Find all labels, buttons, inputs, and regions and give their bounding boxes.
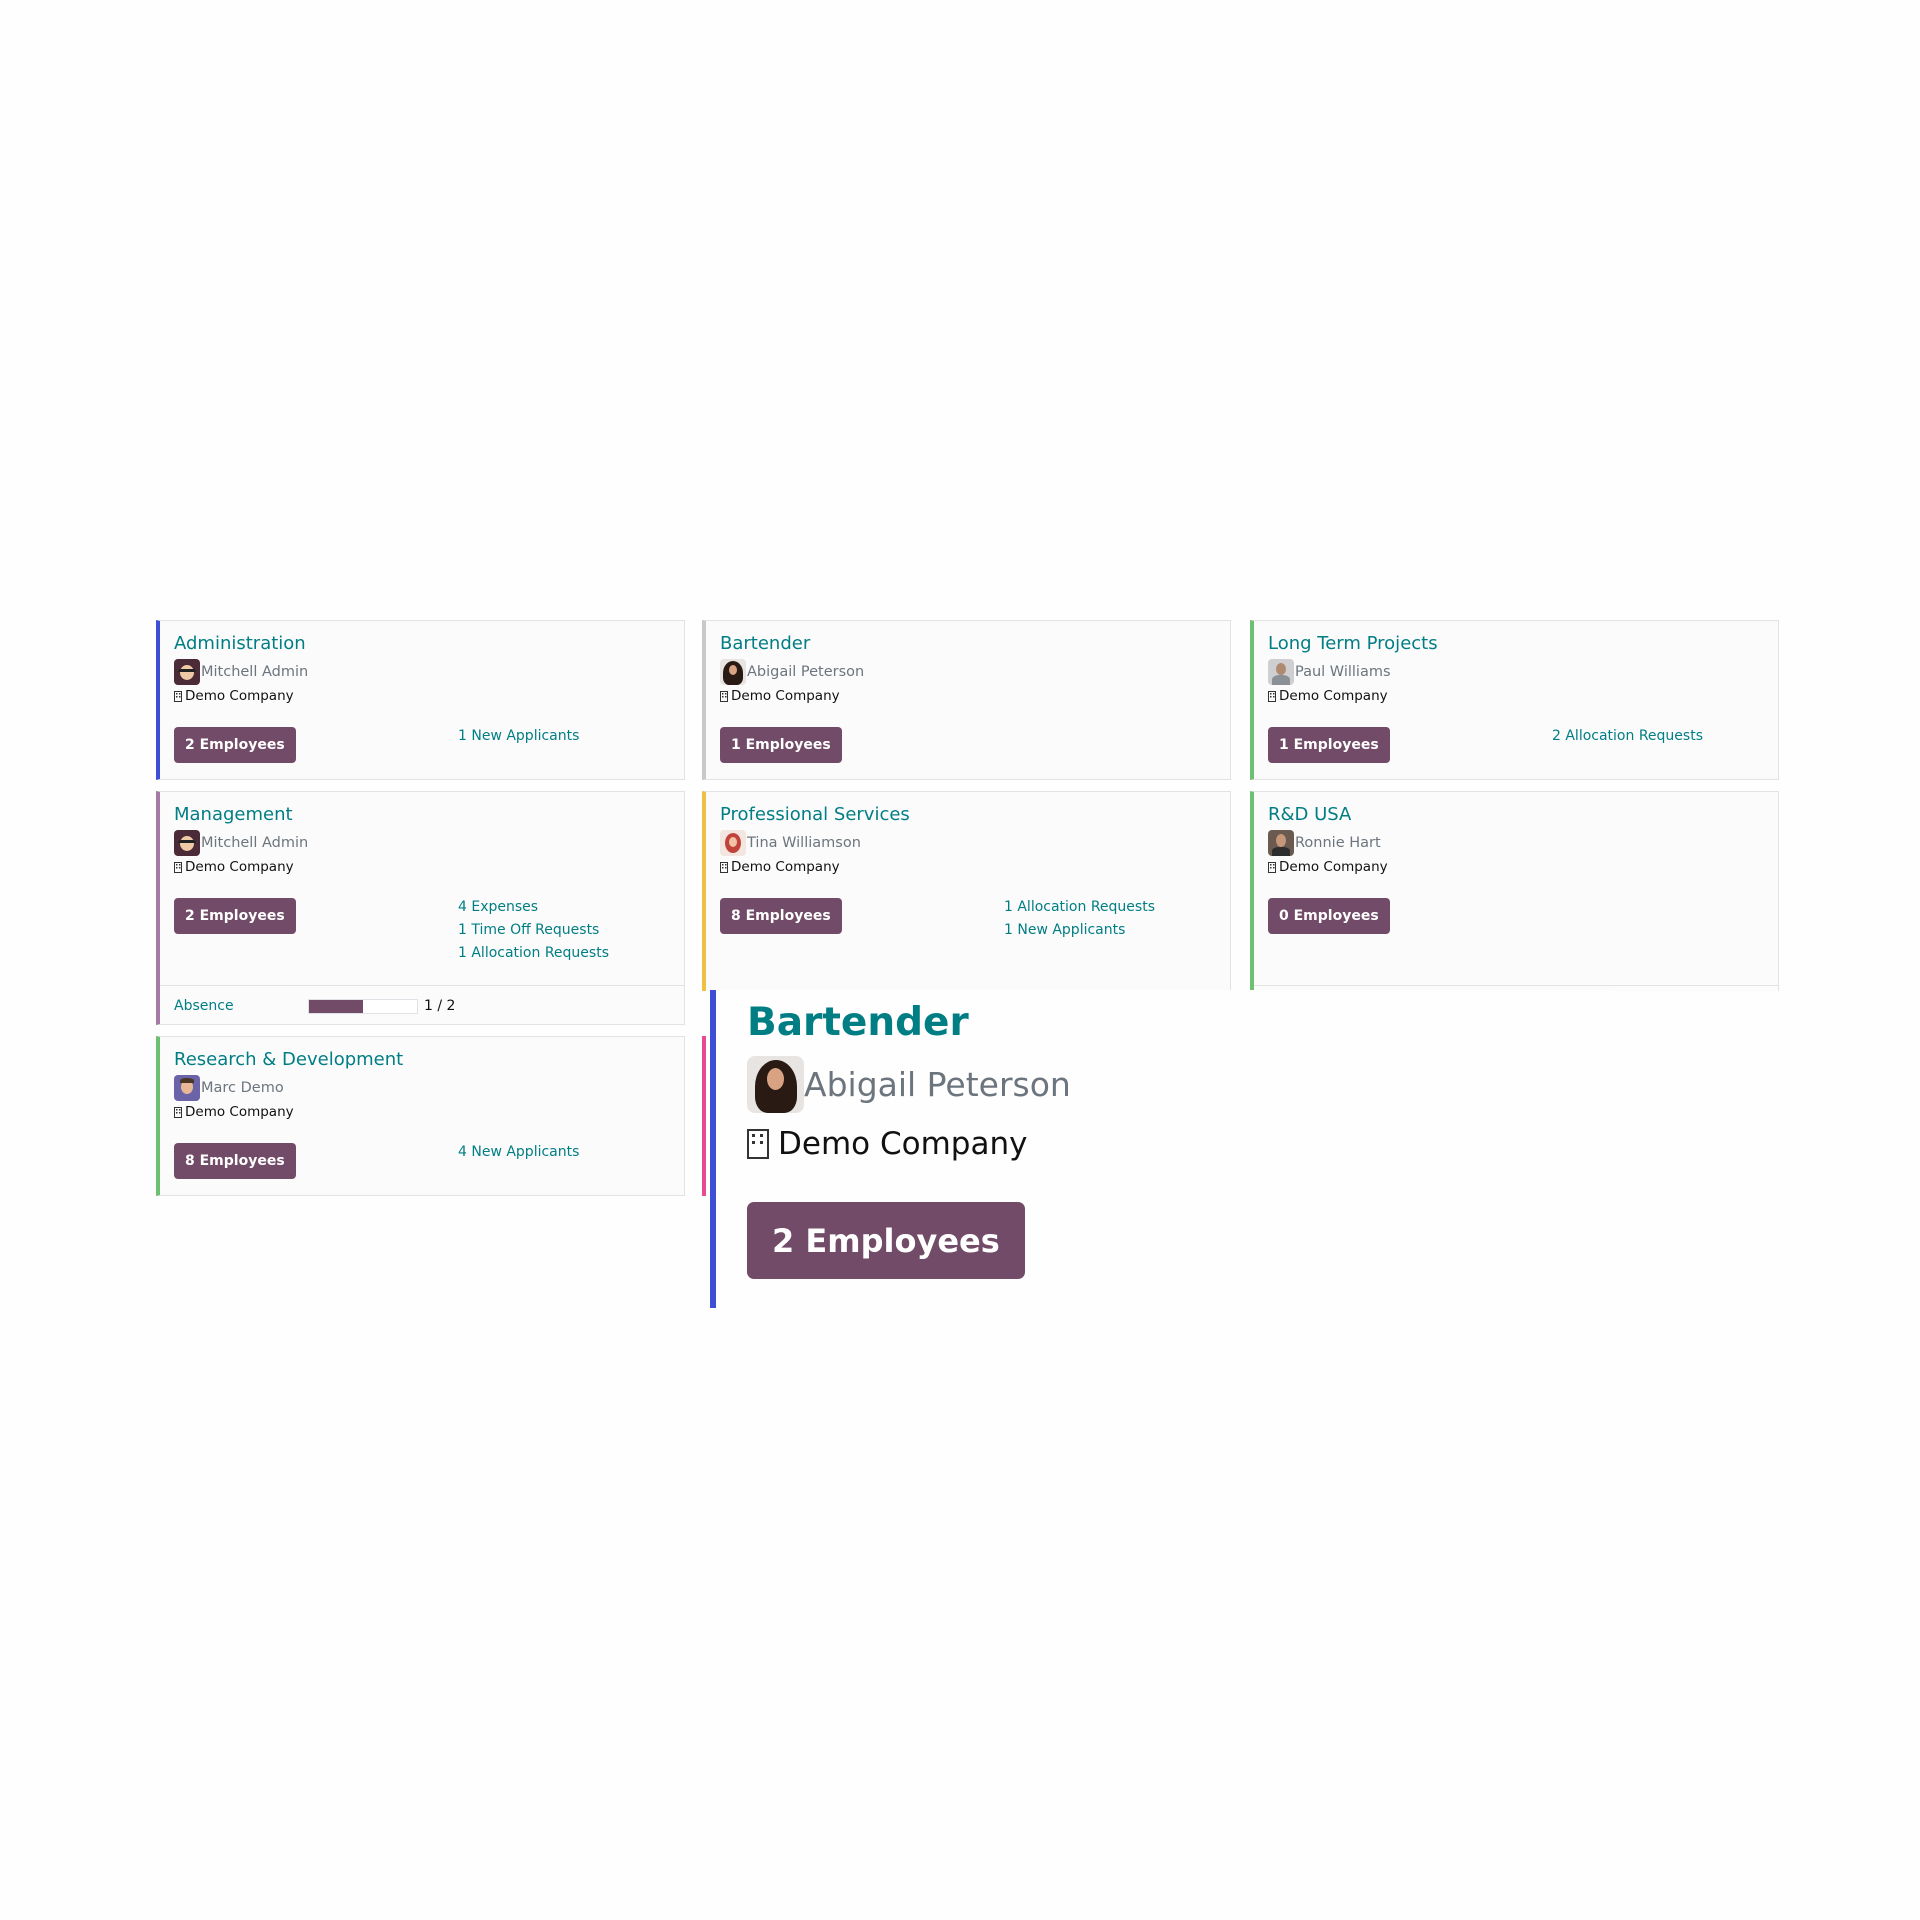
- company: Demo Company: [720, 859, 840, 875]
- company-name: Demo Company: [1279, 688, 1388, 704]
- zoom-card-title[interactable]: Bartender: [747, 1000, 969, 1045]
- building-icon: [174, 861, 182, 873]
- new-applicants-link[interactable]: 1 New Applicants: [458, 727, 579, 745]
- card-divider: [1254, 985, 1778, 986]
- new-applicants-link[interactable]: 1 New Applicants: [1004, 921, 1155, 939]
- allocation-requests-link[interactable]: 1 Allocation Requests: [1004, 898, 1155, 916]
- man-beard-avatar: [1268, 830, 1294, 856]
- company-name: Demo Company: [185, 1104, 294, 1120]
- absence-progress-fill: [309, 1000, 363, 1013]
- manager: Mitchell Admin: [174, 830, 308, 856]
- absence-row: Absence 1 / 2: [160, 985, 684, 1026]
- employees-button[interactable]: 1 Employees: [1268, 727, 1390, 763]
- woman-curly-hair-avatar: [720, 659, 746, 685]
- zoom-company-name: Demo Company: [778, 1126, 1028, 1162]
- allocation-requests-link[interactable]: 2 Allocation Requests: [1552, 727, 1703, 745]
- man-avatar: [174, 1075, 200, 1101]
- building-icon: [1268, 690, 1276, 702]
- company-name: Demo Company: [185, 688, 294, 704]
- man-with-glasses-avatar: [174, 830, 200, 856]
- manager-name: Marc Demo: [201, 1080, 284, 1096]
- employees-button[interactable]: 2 Employees: [174, 727, 296, 763]
- building-icon: [720, 690, 728, 702]
- allocation-requests-link[interactable]: 1 Allocation Requests: [458, 944, 609, 962]
- card-research-development[interactable]: Research & Development Marc Demo Demo Co…: [156, 1036, 685, 1196]
- zoom-company: Demo Company: [747, 1126, 1027, 1162]
- card-title[interactable]: R&D USA: [1268, 804, 1351, 825]
- woman-curly-hair-avatar: [747, 1056, 804, 1113]
- card-bartender[interactable]: Bartender Abigail Peterson Demo Company …: [702, 620, 1231, 780]
- card-links: 1 Allocation Requests 1 New Applicants: [1004, 898, 1155, 939]
- company-name: Demo Company: [185, 859, 294, 875]
- company-name: Demo Company: [731, 859, 840, 875]
- manager: Abigail Peterson: [720, 659, 864, 685]
- building-icon: [720, 861, 728, 873]
- manager-name: Mitchell Admin: [201, 835, 309, 851]
- employees-button[interactable]: 2 Employees: [174, 898, 296, 934]
- card-long-term-projects[interactable]: Long Term Projects Paul Williams Demo Co…: [1250, 620, 1779, 780]
- company: Demo Company: [174, 1104, 294, 1120]
- zoom-employees-button[interactable]: 2 Employees: [747, 1202, 1025, 1279]
- manager: Tina Williamson: [720, 830, 861, 856]
- building-icon: [747, 1129, 769, 1159]
- employees-button[interactable]: 1 Employees: [720, 727, 842, 763]
- employees-button[interactable]: 8 Employees: [720, 898, 842, 934]
- absence-label[interactable]: Absence: [174, 998, 234, 1014]
- employees-button[interactable]: 8 Employees: [174, 1143, 296, 1179]
- manager: Ronnie Hart: [1268, 830, 1381, 856]
- zoomed-card-bartender: Bartender Abigail Peterson Demo Company …: [710, 990, 1610, 1308]
- man-avatar: [1268, 659, 1294, 685]
- manager-name: Paul Williams: [1295, 664, 1391, 680]
- building-icon: [1268, 861, 1276, 873]
- company-name: Demo Company: [1279, 859, 1388, 875]
- card-title[interactable]: Long Term Projects: [1268, 633, 1438, 654]
- card-links: 1 New Applicants: [458, 727, 579, 745]
- card-title[interactable]: Bartender: [720, 633, 810, 654]
- card-title[interactable]: Management: [174, 804, 293, 825]
- man-with-glasses-avatar: [174, 659, 200, 685]
- card-management[interactable]: Management Mitchell Admin Demo Company 2…: [156, 791, 685, 1025]
- zoom-accent-bar: [710, 990, 716, 1308]
- absence-progress-text: 1 / 2: [424, 998, 456, 1014]
- zoom-manager-name: Abigail Peterson: [804, 1065, 1071, 1104]
- new-applicants-link[interactable]: 4 New Applicants: [458, 1143, 579, 1161]
- building-icon: [174, 690, 182, 702]
- manager-name: Abigail Peterson: [747, 664, 865, 680]
- card-links: 2 Allocation Requests: [1552, 727, 1703, 745]
- manager-name: Mitchell Admin: [201, 664, 309, 680]
- card-title[interactable]: Administration: [174, 633, 306, 654]
- card-rd-usa[interactable]: R&D USA Ronnie Hart Demo Company 0 Emplo…: [1250, 791, 1779, 991]
- manager: Mitchell Admin: [174, 659, 308, 685]
- manager-name: Tina Williamson: [747, 835, 861, 851]
- manager: Marc Demo: [174, 1075, 284, 1101]
- woman-red-hair-avatar: [720, 830, 746, 856]
- manager-name: Ronnie Hart: [1295, 835, 1381, 851]
- company-name: Demo Company: [731, 688, 840, 704]
- company: Demo Company: [1268, 688, 1388, 704]
- building-icon: [174, 1106, 182, 1118]
- company: Demo Company: [1268, 859, 1388, 875]
- zoom-manager: Abigail Peterson: [747, 1056, 1071, 1113]
- company: Demo Company: [720, 688, 840, 704]
- manager: Paul Williams: [1268, 659, 1391, 685]
- company: Demo Company: [174, 688, 294, 704]
- card-administration[interactable]: Administration Mitchell Admin Demo Compa…: [156, 620, 685, 780]
- absence-progress-bar: [308, 999, 418, 1014]
- card-links: 4 Expenses 1 Time Off Requests 1 Allocat…: [458, 898, 609, 962]
- card-accent-stub: [702, 1036, 706, 1196]
- company: Demo Company: [174, 859, 294, 875]
- expenses-link[interactable]: 4 Expenses: [458, 898, 609, 916]
- card-links: 4 New Applicants: [458, 1143, 579, 1161]
- time-off-requests-link[interactable]: 1 Time Off Requests: [458, 921, 609, 939]
- card-professional-services[interactable]: Professional Services Tina Williamson De…: [702, 791, 1231, 991]
- card-title[interactable]: Professional Services: [720, 804, 910, 825]
- employees-button[interactable]: 0 Employees: [1268, 898, 1390, 934]
- card-title[interactable]: Research & Development: [174, 1049, 403, 1070]
